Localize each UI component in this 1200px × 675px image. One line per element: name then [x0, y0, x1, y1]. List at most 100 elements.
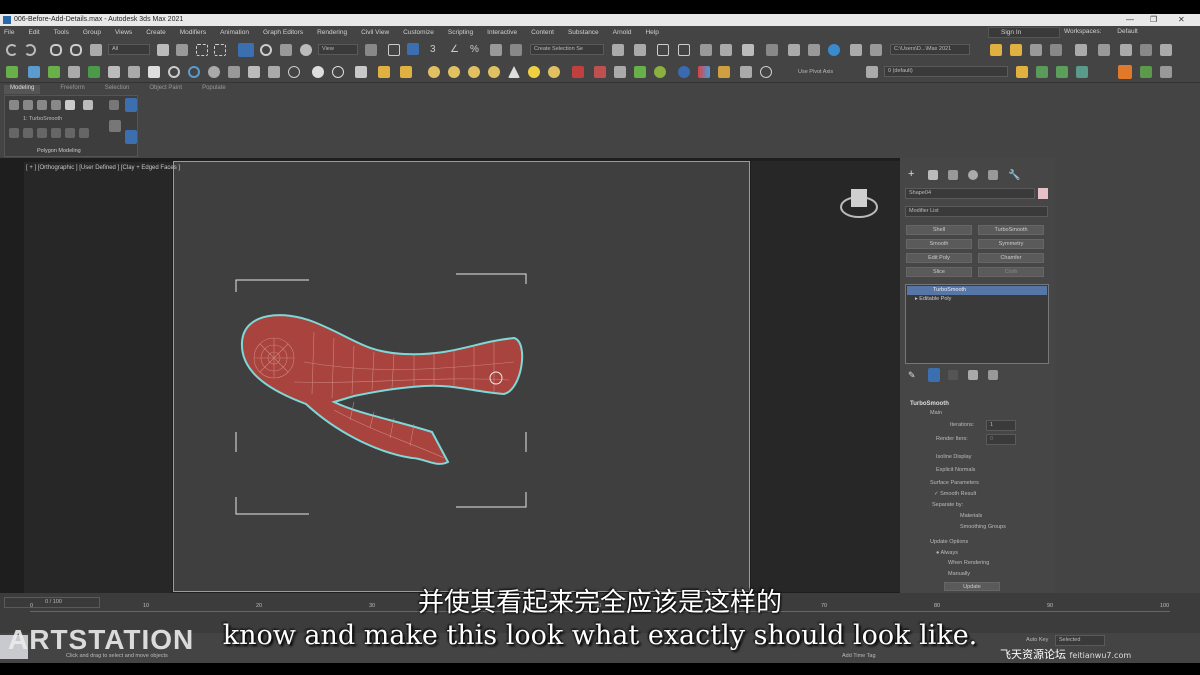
undo-icon[interactable]: [6, 44, 18, 56]
menu-scripting[interactable]: Scripting: [448, 29, 473, 36]
mirror-icon[interactable]: [612, 44, 624, 56]
menu-group[interactable]: Group: [83, 29, 101, 36]
tool-icon[interactable]: [528, 66, 540, 78]
modifier-cloth-button[interactable]: Cloth: [978, 267, 1044, 277]
modifier-shell-button[interactable]: Shell: [906, 225, 972, 235]
pivot-icon[interactable]: [365, 44, 377, 56]
vertex-mode-icon[interactable]: [9, 100, 19, 110]
panel-label[interactable]: Polygon Modeling: [37, 148, 81, 154]
angle-snap-icon[interactable]: ∠: [450, 44, 462, 56]
maximize-icon[interactable]: ❐: [1150, 14, 1157, 26]
plugin-icon[interactable]: [1140, 66, 1152, 78]
select-object-icon[interactable]: [157, 44, 169, 56]
tool-icon[interactable]: [188, 66, 200, 78]
named-selection-dropdown[interactable]: Create Selection Se: [530, 44, 604, 55]
align-icon[interactable]: [634, 44, 646, 56]
smoothing-groups-checkbox[interactable]: Smoothing Groups: [960, 524, 1006, 530]
tool-icon[interactable]: [248, 66, 260, 78]
always-radio[interactable]: ● Always: [936, 550, 958, 556]
when-rendering-radio[interactable]: When Rendering: [948, 560, 989, 566]
utilities-tab-icon[interactable]: 🔧: [1008, 170, 1020, 181]
menu-views[interactable]: Views: [115, 29, 132, 36]
rectangular-selection-icon[interactable]: [196, 44, 208, 56]
select-by-name-icon[interactable]: [176, 44, 188, 56]
menu-substance[interactable]: Substance: [568, 29, 599, 36]
select-and-move-icon[interactable]: [238, 43, 254, 57]
menu-customize[interactable]: Customize: [403, 29, 434, 36]
tool-icon[interactable]: [614, 66, 626, 78]
show-end-result-icon[interactable]: [928, 368, 940, 382]
turbosmooth-rollout-title[interactable]: TurboSmooth: [910, 401, 949, 407]
place-icon[interactable]: [300, 44, 312, 56]
close-icon[interactable]: ✕: [1178, 14, 1185, 26]
window-crossing-icon[interactable]: [214, 44, 226, 56]
configure-sets-icon[interactable]: [988, 370, 998, 380]
viewport-canvas[interactable]: [174, 162, 749, 591]
tool-icon[interactable]: [28, 66, 40, 78]
tool-icon[interactable]: [88, 66, 100, 78]
tool-icon[interactable]: [400, 66, 412, 78]
tool-icon[interactable]: [654, 66, 666, 78]
use-pivot-label[interactable]: Use Pivot Axis: [798, 69, 833, 75]
tool-icon[interactable]: [228, 66, 240, 78]
remove-modifier-icon[interactable]: [968, 370, 978, 380]
tool-icon[interactable]: [48, 66, 60, 78]
reference-coordinate-dropdown[interactable]: View: [318, 44, 358, 55]
tool-icon[interactable]: [355, 66, 367, 78]
modify-mode-icon[interactable]: [83, 100, 93, 110]
tool-icon[interactable]: [508, 66, 520, 78]
tool-icon[interactable]: [718, 66, 730, 78]
explicit-normals-checkbox[interactable]: Explicit Normals: [936, 467, 975, 473]
edit-named-selection-icon[interactable]: [510, 44, 522, 56]
toggle-ribbon-icon[interactable]: [700, 44, 712, 56]
tool-icon[interactable]: [288, 66, 300, 78]
render-iterative-icon[interactable]: [870, 44, 882, 56]
menu-tools[interactable]: Tools: [54, 29, 69, 36]
add-time-tag-button[interactable]: Add Time Tag: [842, 653, 876, 659]
tab-selection[interactable]: Selection: [105, 85, 130, 94]
panel-icon[interactable]: [51, 128, 61, 138]
save-file-icon[interactable]: [1010, 44, 1022, 56]
select-and-rotate-icon[interactable]: [260, 44, 272, 56]
viewport-layout-icon[interactable]: [1098, 44, 1110, 56]
viewcube-icon[interactable]: [839, 183, 879, 223]
layer-icon[interactable]: [866, 66, 878, 78]
panel-icon[interactable]: [109, 120, 121, 132]
panel-icon[interactable]: [23, 128, 33, 138]
tool-icon[interactable]: [68, 66, 80, 78]
menu-create[interactable]: Create: [146, 29, 166, 36]
viewport-left[interactable]: [24, 162, 172, 593]
modifier-turbosmooth-button[interactable]: TurboSmooth: [978, 225, 1044, 235]
tool-icon[interactable]: [312, 66, 324, 78]
iterations-spinner[interactable]: 1: [986, 420, 1016, 431]
tool-icon[interactable]: [760, 66, 772, 78]
menu-edit[interactable]: Edit: [28, 29, 39, 36]
menu-rendering[interactable]: Rendering: [317, 29, 347, 36]
sign-in-dropdown[interactable]: Sign In: [988, 27, 1060, 38]
render-iters-label[interactable]: Render Iters:: [936, 436, 968, 442]
maxscript-icon[interactable]: [1140, 44, 1152, 56]
modifier-chamfer-button[interactable]: Chamfer: [978, 253, 1044, 263]
modifier-smooth-button[interactable]: Smooth: [906, 239, 972, 249]
tool-icon[interactable]: [148, 66, 160, 78]
tool-icon[interactable]: [634, 66, 646, 78]
element-mode-icon[interactable]: [65, 100, 75, 110]
smooth-result-checkbox[interactable]: ✓ Smooth Result: [934, 491, 976, 497]
snaps-toggle-icon[interactable]: 3: [430, 44, 442, 56]
tool-icon[interactable]: [548, 66, 560, 78]
workspace-icon[interactable]: [1160, 44, 1172, 56]
create-tab-icon[interactable]: +: [908, 169, 918, 180]
menu-file[interactable]: File: [4, 29, 14, 36]
motion-tab-icon[interactable]: [968, 170, 978, 180]
tool-icon[interactable]: [698, 66, 710, 78]
hierarchy-tab-icon[interactable]: [948, 170, 958, 180]
menu-help[interactable]: Help: [645, 29, 658, 36]
scene-explorer-icon[interactable]: [657, 44, 669, 56]
render-setup-icon[interactable]: [788, 44, 800, 56]
object-name-field[interactable]: Shape04: [905, 188, 1035, 199]
materials-checkbox[interactable]: Materials: [960, 513, 982, 519]
viewport-label[interactable]: [ + ] [Orthographic ] [User Defined ] [C…: [26, 165, 180, 171]
tool-icon[interactable]: [378, 66, 390, 78]
panel-icon[interactable]: [79, 128, 89, 138]
tab-freeform[interactable]: Freeform: [60, 85, 84, 94]
